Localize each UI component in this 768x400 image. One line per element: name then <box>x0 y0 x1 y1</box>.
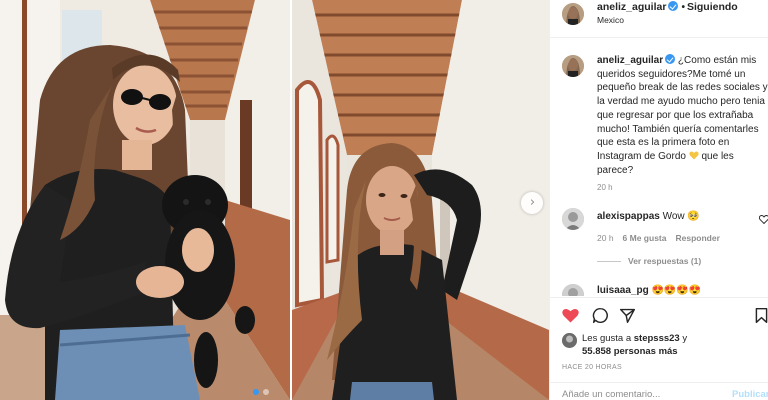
chevron-right-icon: › <box>529 195 536 210</box>
commenter-avatar[interactable] <box>562 284 584 296</box>
publish-button[interactable]: Publicar <box>732 389 768 400</box>
yellow-heart-icon <box>689 151 699 160</box>
post-photo[interactable]: › <box>0 0 549 400</box>
caption-time: 20 h <box>597 183 613 192</box>
post-location[interactable]: Mexico <box>597 15 624 25</box>
post-timestamp[interactable]: Hace 20 horas <box>562 364 622 371</box>
view-replies-button[interactable]: Ver respuestas (1) <box>597 256 701 266</box>
verified-badge-icon <box>665 54 676 64</box>
replies-line <box>597 260 621 262</box>
liker-avatar[interactable] <box>562 333 577 348</box>
post-caption: aneliz_aguilar ¿Como están mis queridos … <box>597 54 768 177</box>
comment-meta: 20 h 6 Me gusta Responder <box>597 233 720 243</box>
verified-badge-icon <box>668 1 679 11</box>
comment-likes[interactable]: 6 Me gusta <box>623 233 667 243</box>
liker-username[interactable]: stepsss23 <box>634 333 680 344</box>
comment-body: Wow 🥺 <box>662 211 700 222</box>
likes-count-button[interactable]: 55.858 personas más <box>582 346 678 357</box>
bookmark-icon[interactable] <box>753 307 768 324</box>
dot-separator: • <box>681 2 685 13</box>
comments-section[interactable]: aneliz_aguilar ¿Como están mis queridos … <box>550 39 768 296</box>
carousel-dots <box>253 389 269 395</box>
photo-woman-with-pug <box>0 0 290 400</box>
photo-panel-right <box>292 0 549 400</box>
follow-status-button[interactable]: Siguiendo <box>687 1 738 13</box>
heart-outline-icon[interactable] <box>759 215 768 224</box>
caption-username[interactable]: aneliz_aguilar <box>597 55 663 66</box>
avatar[interactable] <box>562 3 584 25</box>
caption-avatar[interactable] <box>562 55 584 77</box>
comment-username[interactable]: alexispappas <box>597 211 660 222</box>
add-comment-bar: Publicar <box>550 382 768 400</box>
comment-input[interactable] <box>562 389 722 400</box>
author-username-label: aneliz_aguilar <box>597 1 667 13</box>
author-username[interactable]: aneliz_aguilar • Siguiendo <box>597 1 738 13</box>
post-sidebar: aneliz_aguilar • Siguiendo Mexico aneliz_a… <box>549 0 768 400</box>
comment-time: 20 h <box>597 233 614 243</box>
likes-connector: y <box>682 333 688 344</box>
comment: luisaaa_pg 😍😍😍😍 <box>597 285 701 296</box>
post-actions: Les gusta a stepsss23 y 55.858 personas … <box>550 297 768 400</box>
reply-button[interactable]: Responder <box>675 233 719 243</box>
photo-panel-left <box>0 0 290 400</box>
commenter-avatar[interactable] <box>562 208 584 230</box>
caption-text: ¿Como están mis queridos seguidores?Me t… <box>597 55 768 162</box>
comment-body: 😍😍😍😍 <box>651 285 702 296</box>
likes-summary: Les gusta a stepsss23 y <box>582 333 687 344</box>
send-icon[interactable] <box>619 307 636 324</box>
heart-filled-icon[interactable] <box>562 307 579 324</box>
comment-username[interactable]: luisaaa_pg <box>597 285 649 296</box>
comment-icon[interactable] <box>592 307 609 324</box>
comment: alexispappas Wow 🥺 <box>597 211 700 222</box>
carousel-dot <box>263 389 269 395</box>
likes-prefix: Les gusta a <box>582 333 632 344</box>
next-photo-button[interactable]: › <box>521 192 543 214</box>
photo-woman-posing <box>292 0 549 400</box>
view-replies-label: Ver respuestas (1) <box>628 256 702 266</box>
post-header: aneliz_aguilar • Siguiendo Mexico <box>550 0 768 38</box>
carousel-dot-active <box>253 389 259 395</box>
